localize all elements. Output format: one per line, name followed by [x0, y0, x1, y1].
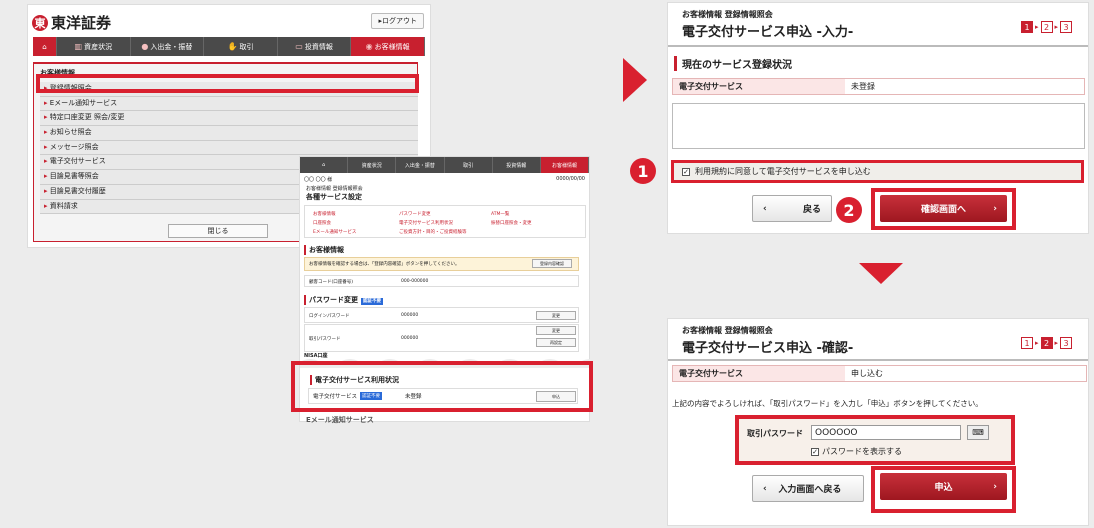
step-indicator: 1 ▸ 2 ▸ 3	[1021, 337, 1073, 349]
nav-customer-info[interactable]: ◉ お客様情報	[351, 37, 425, 56]
agree-checkbox[interactable]: ✓	[682, 167, 690, 176]
nav-assets[interactable]: ▥ 資産状況	[57, 37, 131, 56]
chevron-right-icon: ›	[993, 481, 997, 492]
page-title: 電子交付サービス申込 -確認-	[682, 341, 854, 356]
nav-assets[interactable]: 資産状況	[348, 157, 397, 173]
step-1: 1	[1021, 337, 1033, 349]
show-password-checkbox[interactable]: ✓	[811, 447, 819, 456]
arrow-right-icon	[623, 58, 647, 102]
breadcrumb: お客様情報 登録情報照会	[682, 10, 773, 19]
step-2: 2	[1040, 21, 1053, 33]
breadcrumb: お客様情報 登録情報照会	[306, 186, 363, 192]
nav-trade[interactable]: 取引	[445, 157, 493, 173]
back-to-input-button[interactable]: ‹ 入力画面へ戻る	[752, 475, 864, 502]
trade-pw-reset-button[interactable]: 再設定	[536, 338, 576, 347]
confirm-screen-button[interactable]: 確認画面へ ›	[880, 195, 1007, 222]
service-nav: ⌂ 資産状況 入出金・振替 取引 投資情報 お客様情報	[300, 157, 590, 173]
logo-mark: 東	[32, 14, 48, 31]
nav-invest-info[interactable]: 投資情報	[493, 157, 541, 173]
chevron-left-icon: ‹	[763, 483, 767, 494]
agree-label: 利用規約に同意して電子交付サービスを申し込む	[695, 167, 871, 176]
menu-item-email[interactable]: Eメール通知サービス	[40, 96, 418, 112]
link-atm[interactable]: ATM一覧	[491, 211, 509, 217]
section-password: パスワード変更 認証不要	[304, 295, 383, 305]
login-pw-change-button[interactable]: 変更	[536, 311, 576, 320]
instruction-text: 上記の内容でよろしければ、「取引パスワード」を入力し「申込」ボタンを押してくださ…	[672, 399, 983, 408]
nav-transfer[interactable]: 入出金・振替	[396, 157, 445, 173]
keyboard-icon[interactable]: ⌨	[967, 425, 989, 440]
step-marker-1: 1	[630, 158, 656, 184]
confirm-row: 電子交付サービス 申し込む	[672, 365, 1087, 382]
user-name: 〇〇 〇〇 様	[304, 177, 333, 183]
email-section-cut: Eメール通知サービス	[306, 416, 374, 424]
link-email[interactable]: Eメール通知サービス	[313, 229, 356, 235]
cust-code-value: 000-000000	[401, 279, 429, 284]
menu-item-tokutei[interactable]: 特定口座変更 照会/変更	[40, 111, 418, 127]
chevron-right-icon: ›	[993, 203, 997, 214]
logout-button[interactable]: ▸ログアウト	[371, 13, 424, 29]
menu-close-button[interactable]: 閉じる	[168, 224, 268, 238]
divider	[668, 45, 1088, 47]
page-title: 各種サービス設定	[306, 193, 362, 201]
link-edelivery-status[interactable]: 電子交付サービス利用状況	[399, 220, 453, 226]
monitor-icon: ▭	[295, 42, 303, 51]
nav-customer-info[interactable]: お客様情報	[540, 157, 590, 173]
page-title: 電子交付サービス申込 -入力-	[682, 25, 854, 40]
step-2: 2	[1040, 337, 1053, 349]
link-password-change[interactable]: パスワード変更	[399, 211, 431, 217]
submit-button[interactable]: 申込 ›	[880, 473, 1007, 500]
terms-textarea[interactable]	[672, 103, 1085, 149]
coins-icon: ●	[141, 42, 149, 51]
link-investment-policy[interactable]: ご投資方針・目的・ご投資経験等	[399, 229, 467, 235]
auth-badge: 認証不要	[361, 298, 383, 305]
home-icon: ⌂	[321, 162, 326, 168]
step-1: 1	[1021, 21, 1033, 33]
home-icon: ⌂	[42, 42, 47, 51]
confirm-value: 申し込む	[851, 369, 883, 378]
highlight-edelivery-status	[291, 361, 593, 412]
chart-icon: ▥	[74, 42, 83, 51]
nav-home[interactable]: ⌂	[33, 37, 57, 56]
service-links: お客様情報 パスワード変更 ATM一覧 口座照会 電子交付サービス利用状況 振替…	[304, 205, 586, 238]
status-value: 未登録	[851, 82, 875, 91]
link-customer-info[interactable]: お客様情報	[313, 211, 336, 217]
confirm-registration-button[interactable]: 登録内容確認	[532, 259, 572, 268]
step-3: 3	[1060, 337, 1073, 349]
step-marker-2: 2	[836, 197, 862, 223]
divider	[668, 359, 1088, 361]
nav-transfer[interactable]: ● 入出金・振替	[131, 37, 205, 56]
link-transfer-account[interactable]: 振替口座照会・変更	[491, 220, 532, 226]
agree-row[interactable]: ✓ 利用規約に同意して電子交付サービスを申し込む	[671, 160, 1084, 183]
password-label: 取引パスワード	[747, 429, 803, 438]
trade-pw-change-button[interactable]: 変更	[536, 326, 576, 335]
main-nav: ⌂ ▥ 資産状況 ● 入出金・振替 ✋ 取引 ▭ 投資情報 ◉ お客様情報	[33, 37, 425, 56]
handshake-icon: ✋	[227, 42, 238, 51]
brand-logo: 東 東洋証券	[32, 12, 111, 33]
step-indicator: 1 ▸ 2 ▸ 3	[1021, 21, 1073, 33]
menu-item-notice[interactable]: お知らせ照会	[40, 126, 418, 141]
info-note: お客様情報を確認する場合は、「登録内容確認」ボタンを押してください。	[309, 262, 460, 267]
section-title: 現在のサービス登録状況	[674, 56, 792, 71]
link-account[interactable]: 口座照会	[313, 220, 331, 226]
show-password-row[interactable]: ✓ パスワードを表示する	[811, 446, 902, 457]
back-button[interactable]: ‹ 戻る	[752, 195, 832, 222]
arrow-down-icon	[859, 263, 903, 284]
cust-code-row: 顧客コード(口座番号) 000-000000	[304, 275, 579, 287]
highlight-registration	[36, 74, 419, 93]
current-date: 0000/00/00	[556, 176, 585, 182]
user-icon: ◉	[365, 42, 373, 51]
nav-home[interactable]: ⌂	[300, 157, 349, 173]
nav-trade[interactable]: ✋ 取引	[204, 37, 278, 56]
nav-invest-info[interactable]: ▭ 投資情報	[278, 37, 352, 56]
section-customer-info: お客様情報	[304, 245, 344, 255]
password-box: 取引パスワード OOOOOO ⌨ ✓ パスワードを表示する	[735, 415, 1015, 465]
brand-name: 東洋証券	[51, 14, 112, 32]
menu-item-message[interactable]: メッセージ照会	[40, 140, 418, 156]
password-input[interactable]: OOOOOO	[811, 425, 961, 440]
chevron-left-icon: ‹	[763, 203, 767, 214]
status-row: 電子交付サービス 未登録	[672, 78, 1085, 95]
breadcrumb: お客様情報 登録情報照会	[682, 326, 773, 335]
step-3: 3	[1060, 21, 1073, 33]
